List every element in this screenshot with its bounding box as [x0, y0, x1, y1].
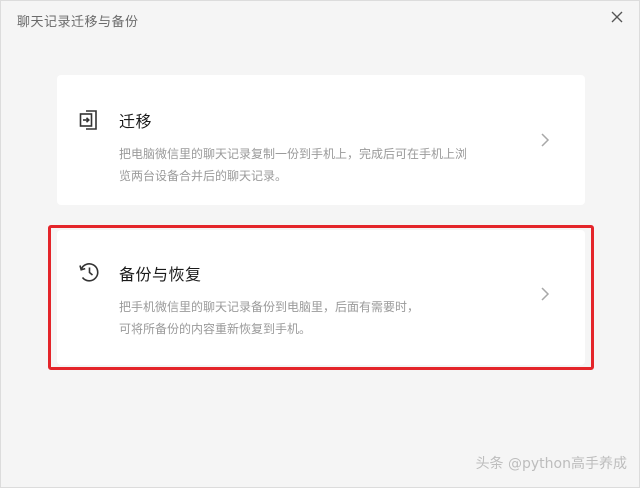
- backup-description-line: 可将所备份的内容重新恢复到手机。: [119, 322, 312, 336]
- backup-restore-description: 把手机微信里的聊天记录备份到电脑里，后面有需要时， 可将所备份的内容重新恢复到手…: [119, 296, 419, 340]
- chevron-right-icon: [541, 133, 550, 147]
- history-icon: [79, 263, 99, 282]
- migrate-option[interactable]: 迁移 把电脑微信里的聊天记录复制一份到手机上，完成后可在手机上浏 览两台设备合并…: [57, 75, 585, 205]
- migrate-title: 迁移: [119, 112, 153, 131]
- migrate-description-line: 把电脑微信里的聊天记录复制一份到手机上，完成后可在手机上浏: [119, 147, 468, 161]
- close-button[interactable]: [607, 7, 627, 27]
- backup-description-line: 把手机微信里的聊天记录备份到电脑里，后面有需要时，: [119, 300, 420, 314]
- close-icon: [611, 11, 623, 23]
- chevron-right-icon: [541, 287, 550, 301]
- backup-restore-title: 备份与恢复: [119, 265, 202, 284]
- migration-backup-window: 聊天记录迁移与备份 迁移 把电脑微信里的聊天记录复制一份到手机上，完成后可在手机…: [0, 0, 640, 488]
- window-title: 聊天记录迁移与备份: [17, 15, 139, 30]
- migrate-description-line: 览两台设备合并后的聊天记录。: [119, 169, 288, 183]
- backup-restore-option[interactable]: 备份与恢复 把手机微信里的聊天记录备份到电脑里，后面有需要时， 可将所备份的内容…: [57, 230, 585, 365]
- migrate-description: 把电脑微信里的聊天记录复制一份到手机上，完成后可在手机上浏 览两台设备合并后的聊…: [119, 143, 467, 187]
- migrate-icon: [79, 110, 97, 130]
- watermark-text: 头条 @python高手养成: [475, 456, 627, 472]
